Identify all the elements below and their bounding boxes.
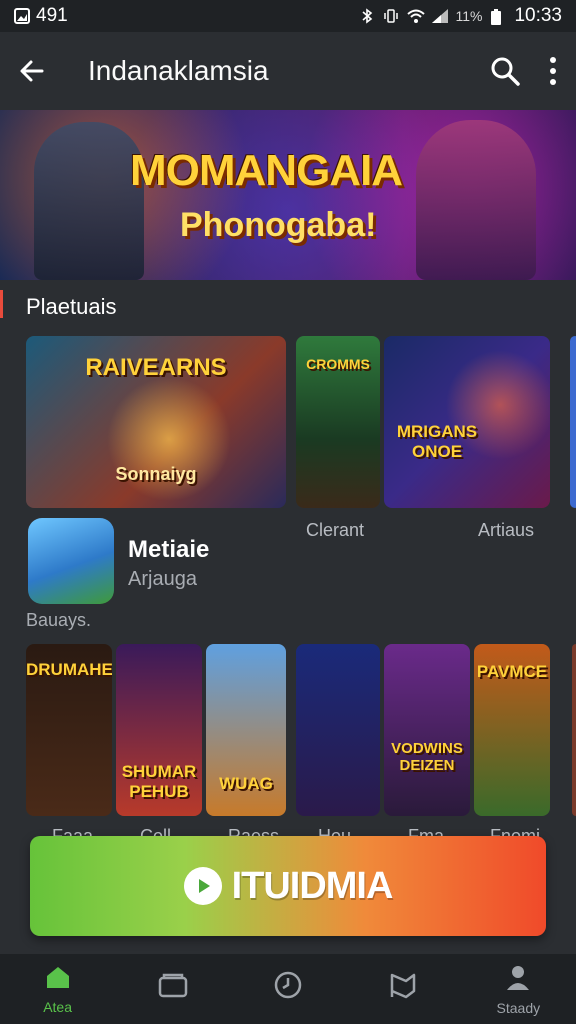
game-tile-6[interactable]: PAVMCE: [474, 644, 550, 816]
app-icon[interactable]: [28, 518, 114, 604]
section-title: Plaetuais: [26, 294, 117, 319]
battery-icon: [490, 8, 506, 25]
bluetooth-icon: [359, 8, 375, 24]
game-tile-5-title: VODWINS DEIZEN: [391, 740, 463, 774]
app-title: Indanaklamsia: [88, 55, 269, 86]
featured-tile-1[interactable]: RAIVEARNS Sonnaiyg: [26, 336, 286, 508]
featured-tile-3[interactable]: MRIGANS ONOE: [384, 336, 550, 508]
nav-label-home: Atea: [43, 998, 72, 1015]
clock-icon: [273, 970, 303, 1005]
vibrate-icon: [383, 8, 399, 24]
banner-hero-left: [34, 122, 144, 280]
app-subtitle: Arjauga: [128, 568, 197, 590]
app-extra-label: Bauays.: [26, 610, 92, 630]
person-icon: [504, 963, 532, 996]
signal-icon: [431, 8, 449, 24]
nav-label-profile: Staady: [496, 999, 541, 1016]
install-button[interactable]: ITUIDMIA: [30, 836, 546, 936]
gallery-icon: [14, 8, 30, 24]
search-icon[interactable]: [490, 56, 520, 86]
game-tile-2-title: SHUMAR PEHUB: [121, 762, 197, 801]
status-bar: 491 11% 10:33: [0, 0, 576, 32]
featured-tile-2-title: CROMMS: [306, 356, 370, 372]
featured-tile-1-sub: Sonnaiyg: [115, 464, 197, 484]
promo-banner[interactable]: MOMANGAIA Phonogaba!: [0, 110, 576, 280]
banner-subline: Phonogaba!: [180, 206, 377, 244]
featured-caption-1: Clerant: [306, 520, 365, 540]
wifi-icon: [407, 8, 426, 24]
wallet-icon: [158, 972, 188, 1003]
game-tile-1-title: DRUMAHE: [26, 660, 112, 679]
status-left-text: 491: [36, 5, 68, 26]
banner-hero-right: [416, 120, 536, 280]
featured-tile-1-title: RAIVEARNS: [85, 354, 227, 381]
game-tile-3-title: WUAG: [219, 774, 273, 793]
bottom-nav: Atea Staady: [0, 954, 576, 1024]
nav-item-home[interactable]: Atea: [18, 964, 98, 1015]
banner-headline: MOMANGAIA: [130, 146, 403, 195]
nav-item-flag[interactable]: [363, 971, 443, 1008]
nav-item-profile[interactable]: Staady: [478, 963, 558, 1016]
section-accent: [0, 290, 3, 318]
featured-tile-edge[interactable]: [570, 336, 576, 508]
game-tile-edge[interactable]: [572, 644, 576, 816]
app-name[interactable]: Metiaie: [128, 536, 209, 564]
more-vert-icon[interactable]: [548, 56, 558, 86]
game-tile-3[interactable]: WUAG: [206, 644, 286, 816]
app-bar: Indanaklamsia: [0, 32, 576, 110]
game-tile-1[interactable]: DRUMAHE: [26, 644, 112, 816]
game-tile-5[interactable]: VODWINS DEIZEN: [384, 644, 470, 816]
featured-caption-2: Artiaus: [478, 520, 535, 540]
game-tile-6-title: PAVMCE: [476, 662, 548, 681]
game-tile-4[interactable]: [296, 644, 380, 816]
arrow-left-icon[interactable]: [18, 57, 46, 85]
home-icon: [44, 964, 72, 995]
status-time: 10:33: [514, 5, 562, 26]
flag-icon: [388, 971, 418, 1004]
nav-item-clock[interactable]: [248, 970, 328, 1009]
play-icon: [183, 867, 222, 905]
featured-tile-3-title: MRIGANS ONOE: [396, 422, 478, 461]
featured-tile-2[interactable]: CROMMS: [296, 336, 380, 508]
battery-percent: 11%: [455, 8, 483, 24]
nav-item-wallet[interactable]: [133, 972, 213, 1007]
game-tile-2[interactable]: SHUMAR PEHUB: [116, 644, 202, 816]
install-button-label: ITUIDMIA: [231, 864, 394, 907]
